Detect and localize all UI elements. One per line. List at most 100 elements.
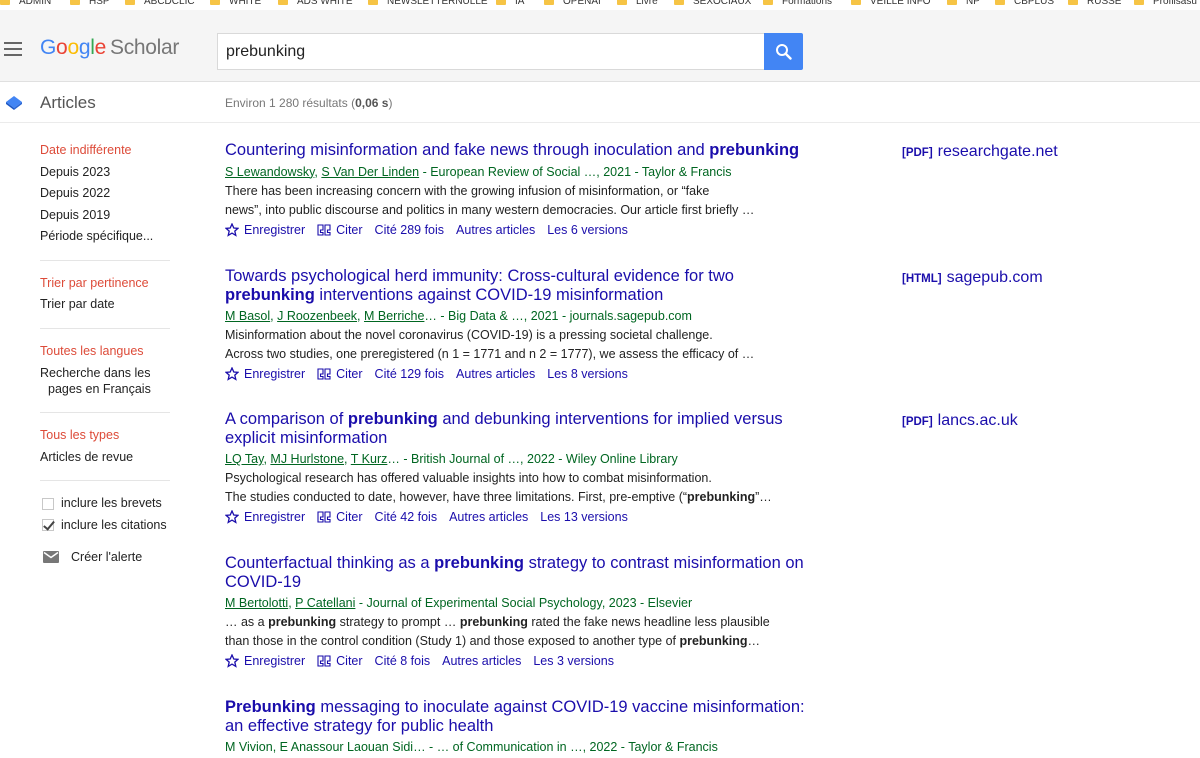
- date-since-2019[interactable]: Depuis 2019: [40, 205, 180, 227]
- author-link[interactable]: M Bertolotti: [225, 596, 288, 610]
- section-title[interactable]: Articles: [40, 93, 96, 113]
- include-patents-option[interactable]: inclure les brevets: [40, 493, 180, 515]
- search-button[interactable]: [764, 33, 803, 70]
- related-articles-link[interactable]: Autres articles: [449, 507, 528, 527]
- cited-by-link[interactable]: Cité 42 fois: [375, 507, 438, 527]
- source-domain: sagepub.com: [946, 269, 1043, 286]
- bookmark-label: IA: [515, 0, 525, 7]
- author-link[interactable]: S Van Der Linden: [321, 165, 419, 179]
- include-patents-checkbox[interactable]: [42, 497, 54, 510]
- folder-icon: [1068, 0, 1078, 5]
- result-snippet: news”, into public discourse and politic…: [225, 201, 770, 220]
- bookmark-item[interactable]: RUSSE: [1068, 0, 1121, 9]
- cite-button[interactable]: Citer: [317, 364, 363, 384]
- date-any[interactable]: Date indifférente: [40, 140, 180, 162]
- result-authors: M Bertolotti, P Catellani - Journal of E…: [225, 596, 693, 610]
- result-title-link[interactable]: A comparison of prebunking and debunking…: [225, 410, 825, 447]
- related-articles-link[interactable]: Autres articles: [442, 651, 521, 671]
- date-since-2022[interactable]: Depuis 2022: [40, 183, 180, 205]
- text-segment: Countering misinformation and fake news …: [225, 141, 710, 159]
- related-articles-link[interactable]: Autres articles: [456, 364, 535, 384]
- bookmark-item[interactable]: WHITE: [210, 0, 261, 9]
- versions-link[interactable]: Les 13 versions: [540, 507, 628, 527]
- bookmark-item[interactable]: Formations: [763, 0, 832, 9]
- author-link[interactable]: T Kurz: [351, 452, 388, 466]
- author-link[interactable]: P Catellani: [295, 596, 355, 610]
- full-text-link[interactable]: [PDF] researchgate.net: [902, 143, 1058, 161]
- language-any[interactable]: Toutes les langues: [40, 341, 180, 363]
- result-title-link[interactable]: Counterfactual thinking as a prebunking …: [225, 554, 825, 591]
- create-alert-link[interactable]: Créer l'alerte: [40, 550, 180, 564]
- bookmark-item[interactable]: CBPLUS: [995, 0, 1054, 9]
- author-link[interactable]: J Roozenbeek: [277, 309, 357, 323]
- author-link[interactable]: M Berriche: [364, 309, 424, 323]
- bookmark-item[interactable]: HSP: [70, 0, 110, 9]
- google-scholar-logo[interactable]: Google Scholar: [40, 36, 179, 60]
- text-segment: Psychological research has offered valua…: [225, 471, 712, 485]
- cited-by-link[interactable]: Cité 289 fois: [375, 220, 444, 240]
- cite-button[interactable]: Citer: [317, 507, 363, 527]
- save-button[interactable]: Enregistrer: [225, 364, 305, 384]
- bookmark-item[interactable]: ADMIN: [0, 0, 51, 9]
- result-title-link[interactable]: Towards psychological herd immunity: Cro…: [225, 267, 825, 304]
- sort-group: Trier par pertinence Trier par date: [40, 273, 180, 316]
- result-title-link[interactable]: Prebunking messaging to inoculate agains…: [225, 698, 825, 735]
- file-type-label: [HTML]: [902, 273, 942, 285]
- include-citations-checkbox[interactable]: [42, 519, 54, 532]
- author-link[interactable]: S Lewandowsky: [225, 165, 314, 179]
- cite-button[interactable]: Citer: [317, 651, 363, 671]
- cited-by-link[interactable]: Cité 8 fois: [375, 651, 431, 671]
- bookmark-item[interactable]: VEILLE INFO: [851, 0, 931, 9]
- text-segment: Counterfactual thinking as a: [225, 554, 435, 572]
- search-input[interactable]: [218, 34, 764, 69]
- source-domain: lancs.ac.uk: [937, 412, 1018, 429]
- bookmark-item[interactable]: NEWSLETTERNULLE: [368, 0, 488, 9]
- bookmark-label: CBPLUS: [1014, 0, 1055, 7]
- bookmark-item[interactable]: NP: [947, 0, 980, 9]
- bookmark-item[interactable]: OPENAI: [544, 0, 601, 9]
- save-button[interactable]: Enregistrer: [225, 220, 305, 240]
- bookmark-item[interactable]: Profilsasu: [1134, 0, 1197, 9]
- cite-button[interactable]: Citer: [317, 220, 363, 240]
- result-title-link[interactable]: Countering misinformation and fake news …: [225, 141, 825, 160]
- folder-icon: [617, 0, 627, 5]
- save-button[interactable]: Enregistrer: [225, 507, 305, 527]
- date-custom-range[interactable]: Période spécifique...: [40, 226, 180, 248]
- language-french[interactable]: Recherche dans les pages en Français: [40, 362, 180, 400]
- type-review-articles[interactable]: Articles de revue: [40, 447, 180, 469]
- sort-by-relevance[interactable]: Trier par pertinence: [40, 273, 180, 295]
- logo-letter: o: [56, 36, 68, 59]
- bookmark-item[interactable]: ABCDCLIC: [125, 0, 195, 9]
- versions-link[interactable]: Les 8 versions: [547, 364, 628, 384]
- related-articles-link[interactable]: Autres articles: [456, 220, 535, 240]
- bookmark-item[interactable]: IA: [496, 0, 524, 9]
- search-box: [217, 33, 765, 70]
- versions-link[interactable]: Les 6 versions: [547, 220, 628, 240]
- include-citations-option[interactable]: inclure les citations: [40, 515, 180, 537]
- save-label: Enregistrer: [244, 367, 306, 381]
- result-actions: Enregistrer Citer Cité 42 fois Autres artic…: [225, 507, 1185, 527]
- type-any[interactable]: Tous les types: [40, 425, 180, 447]
- cited-by-link[interactable]: Cité 129 fois: [375, 364, 444, 384]
- bookmark-label: HSP: [89, 0, 110, 7]
- versions-link[interactable]: Les 3 versions: [533, 651, 614, 671]
- star-icon: [225, 654, 239, 668]
- author-link[interactable]: M Basol: [225, 309, 270, 323]
- bookmark-item[interactable]: ADS WHITE: [278, 0, 353, 9]
- full-text-link[interactable]: [PDF] lancs.ac.uk: [902, 412, 1018, 430]
- hamburger-menu-icon[interactable]: [4, 42, 22, 56]
- save-button[interactable]: Enregistrer: [225, 651, 305, 671]
- sort-by-date[interactable]: Trier par date: [40, 294, 180, 316]
- author-link[interactable]: LQ Tay: [225, 452, 263, 466]
- bookmark-item[interactable]: Livre: [617, 0, 658, 9]
- bookmark-item[interactable]: SEXOCIAUX: [674, 0, 751, 9]
- full-text-link[interactable]: [HTML] sagepub.com: [902, 269, 1043, 287]
- type-group: Tous les types Articles de revue: [40, 425, 180, 468]
- date-since-2023[interactable]: Depuis 2023: [40, 162, 180, 184]
- highlighted-term: Prebunking: [225, 698, 316, 716]
- save-label: Enregistrer: [244, 654, 306, 668]
- folder-icon: [674, 0, 684, 5]
- filter-sidebar: Date indifférente Depuis 2023 Depuis 202…: [40, 140, 180, 576]
- language-french-line1: Recherche dans les: [40, 366, 151, 380]
- author-link[interactable]: MJ Hurlstone: [270, 452, 344, 466]
